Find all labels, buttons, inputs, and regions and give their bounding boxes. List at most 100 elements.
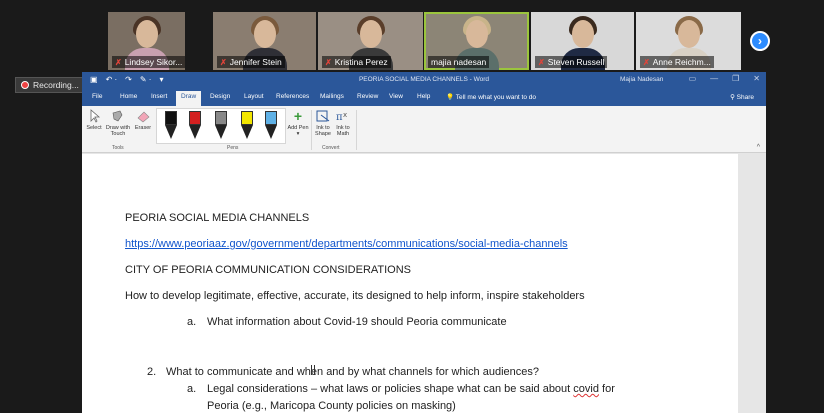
ribbon-display-icon[interactable]: ▭ (689, 74, 697, 83)
plus-icon: + (293, 108, 303, 124)
mic-muted-icon: ✗ (643, 57, 650, 67)
doc-subheading: CITY OF PEORIA COMMUNICATION CONSIDERATI… (125, 264, 412, 276)
tab-mailings[interactable]: Mailings (320, 93, 344, 100)
window-controls: ▭ — ❐ ✕ (689, 74, 760, 83)
tab-references[interactable]: References (276, 93, 309, 100)
touch-hand-icon (112, 110, 123, 122)
tab-design[interactable]: Design (210, 93, 230, 100)
draw-with-touch-label: Draw with Touch (105, 125, 131, 137)
ink-to-shape-button[interactable]: Ink to Shape (313, 109, 333, 137)
restore-icon[interactable]: ❐ (732, 74, 739, 83)
participant-face (253, 20, 276, 48)
word-titlebar: ▣ ↶ · ↷ ✎ · ▾ PEORIA SOCIAL MEDIA CHANNE… (82, 72, 766, 89)
participant-name: Steven Russell (547, 57, 605, 67)
participant-face (677, 20, 700, 48)
participant-nametag: ✗ Jennifer Stein (217, 56, 285, 68)
participant-tile[interactable]: ✗ Lindsey Sikor... (108, 12, 185, 70)
pen-barrel (165, 111, 177, 125)
red-pen-button[interactable] (189, 111, 201, 141)
pens-group-label: Pens (227, 145, 239, 151)
text-cursor-ibeam-icon (311, 365, 315, 375)
tab-review[interactable]: Review (357, 93, 378, 100)
doc-heading: PEORIA SOCIAL MEDIA CHANNELS (125, 212, 310, 224)
minimize-icon[interactable]: — (710, 74, 718, 83)
eraser-label: Eraser (134, 125, 152, 131)
ink-to-shape-label: Ink to Shape (315, 125, 331, 137)
doc-link[interactable]: https://www.peoriaaz.gov/government/depa… (125, 238, 568, 250)
pen-barrel (241, 111, 253, 125)
tell-me-search[interactable]: 💡 Tell me what you want to do (446, 93, 536, 101)
pen-nib-icon (189, 125, 201, 139)
tab-home[interactable]: Home (120, 93, 137, 100)
ribbon-divider (311, 110, 312, 150)
next-page-arrow-icon[interactable]: › (750, 31, 770, 51)
list-marker: a. (187, 383, 197, 395)
tab-layout[interactable]: Layout (244, 93, 264, 100)
tools-group-label: Tools (112, 145, 124, 151)
participant-tile-active-speaker[interactable]: majia nadesan (424, 12, 529, 70)
vertical-scrollbar[interactable] (738, 154, 766, 413)
pen-nib-icon (241, 125, 253, 139)
participant-nametag: ✗ Lindsey Sikor... (112, 56, 185, 68)
spelling-flagged-word[interactable]: covid (573, 383, 599, 395)
participant-tile[interactable]: ✗ Kristina Perez (318, 12, 423, 70)
list-item-a1: What information about Covid-19 should P… (207, 316, 507, 328)
list-marker: a. (187, 316, 197, 328)
list-marker: 2. (147, 366, 157, 378)
add-pen-button[interactable]: + Add Pen ▾ (287, 109, 309, 137)
convert-group-label: Convert (322, 145, 340, 151)
collapse-ribbon-icon[interactable]: ^ (757, 144, 760, 151)
select-label: Select (86, 125, 102, 131)
participant-nametag: ✗ Steven Russell (535, 56, 608, 68)
participant-face (135, 20, 158, 48)
yellow-highlighter-button[interactable] (241, 111, 253, 141)
participant-tile[interactable]: ✗ Jennifer Stein (213, 12, 316, 70)
ribbon-divider (356, 110, 357, 150)
share-button[interactable]: ⚲ Share (730, 93, 754, 101)
participant-name: Anne Reichm... (652, 57, 711, 67)
mic-muted-icon: ✗ (115, 57, 122, 67)
participant-nametag: ✗ Kristina Perez (322, 56, 391, 68)
list-item-a2-tail: for (598, 383, 615, 395)
ink-to-math-icon: πx (336, 111, 347, 123)
galaxy-pen-button[interactable] (265, 111, 277, 141)
ink-to-shape-icon (316, 110, 330, 122)
participant-nametag: ✗ Anne Reichm... (640, 56, 714, 68)
ink-to-math-label: Ink to Math (336, 125, 350, 137)
gray-pen-button[interactable] (215, 111, 227, 141)
document-page[interactable]: PEORIA SOCIAL MEDIA CHANNELS https://www… (82, 154, 738, 413)
word-window: ▣ ↶ · ↷ ✎ · ▾ PEORIA SOCIAL MEDIA CHANNE… (82, 72, 766, 413)
pen-barrel (265, 111, 277, 125)
participant-tile[interactable]: ✗ Anne Reichm... (636, 12, 741, 70)
close-icon[interactable]: ✕ (753, 74, 760, 83)
participant-name: majia nadesan (431, 57, 487, 67)
eraser-button[interactable]: Eraser (133, 109, 153, 131)
tab-help[interactable]: Help (417, 93, 430, 100)
black-pen-button[interactable] (165, 111, 177, 141)
doc-intro-paragraph: How to develop legitimate, effective, ac… (125, 290, 585, 302)
lightbulb-icon: 💡 (446, 94, 455, 101)
tab-insert[interactable]: Insert (151, 93, 167, 100)
tab-file[interactable]: File (92, 93, 102, 100)
list-item-2: What to communicate and when and by what… (166, 366, 539, 378)
pen-nib-icon (215, 125, 227, 139)
share-label: Share (736, 94, 754, 101)
draw-ribbon: Select Draw with Touch Eraser Tools Pens… (82, 106, 766, 153)
tell-me-label: Tell me what you want to do (455, 94, 537, 101)
tab-draw[interactable]: Draw (176, 91, 202, 106)
tab-view[interactable]: View (389, 93, 403, 100)
pen-barrel (215, 111, 227, 125)
svg-text:x: x (343, 111, 347, 119)
ribbon-tabs: File Home Insert Draw Design Layout Refe… (82, 89, 766, 106)
share-person-icon: ⚲ (730, 94, 735, 101)
svg-text:π: π (336, 112, 343, 123)
list-item-a2-continued: Peoria (e.g., Maricopa County policies o… (207, 400, 456, 412)
pen-barrel (189, 111, 201, 125)
recording-indicator[interactable]: Recording... (15, 77, 86, 93)
participant-tile[interactable]: ✗ Steven Russell (531, 12, 634, 70)
ink-to-math-button[interactable]: πx Ink to Math (333, 109, 353, 137)
draw-with-touch-button[interactable]: Draw with Touch (104, 109, 132, 137)
select-tool-button[interactable]: Select (85, 109, 103, 131)
recording-label: Recording... (33, 80, 79, 90)
signed-in-user[interactable]: Majia Nadesan (620, 76, 663, 83)
